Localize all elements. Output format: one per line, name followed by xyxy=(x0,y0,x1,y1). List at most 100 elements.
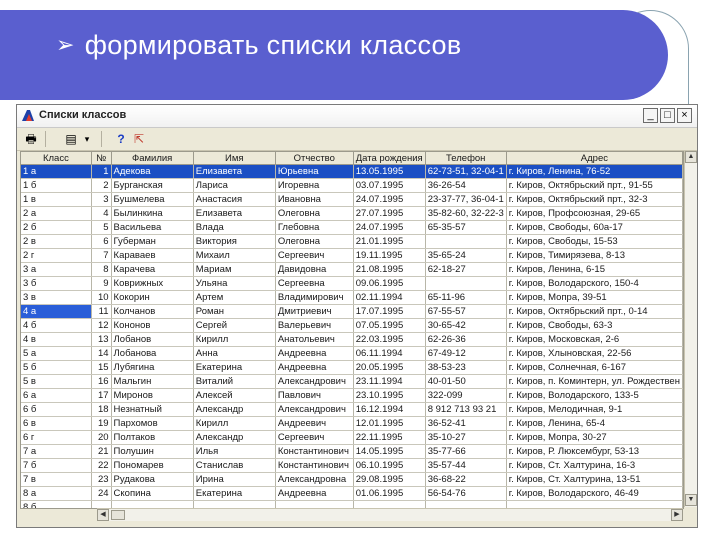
table-cell[interactable]: 22.11.1995 xyxy=(353,430,426,445)
table-cell[interactable]: 35-10-27 xyxy=(425,430,507,445)
table-cell[interactable]: 21 xyxy=(91,444,112,459)
table-cell[interactable]: г. Киров, Володарского, 133-5 xyxy=(506,388,683,403)
table-cell[interactable]: Кирилл xyxy=(193,332,276,347)
table-cell[interactable]: 02.11.1994 xyxy=(353,290,426,305)
table-cell[interactable]: Роман xyxy=(193,304,276,319)
table-cell[interactable]: 36-26-54 xyxy=(425,178,507,193)
table-cell[interactable]: 14.05.1995 xyxy=(353,444,426,459)
class-cell[interactable]: 8 а xyxy=(21,486,92,501)
table-cell[interactable]: Бушмелева xyxy=(111,192,194,207)
table-cell[interactable]: Андреевна xyxy=(275,360,354,375)
table-cell[interactable]: г. Киров, Мелодичная, 9-1 xyxy=(506,402,683,417)
table-cell[interactable]: Екатерина xyxy=(193,360,276,375)
table-cell[interactable]: г. Киров, Мопра, 39-51 xyxy=(506,290,683,305)
table-cell[interactable]: 62-26-36 xyxy=(425,332,507,347)
table-cell[interactable]: 29.08.1995 xyxy=(353,472,426,487)
table-cell[interactable]: 35-65-24 xyxy=(425,248,507,263)
table-cell[interactable]: 24.07.1995 xyxy=(353,192,426,207)
class-cell[interactable]: 1 а xyxy=(21,164,92,179)
table-cell[interactable]: Пономарев xyxy=(111,458,194,473)
table-cell[interactable]: 35-77-66 xyxy=(425,444,507,459)
table-cell[interactable]: Давидовна xyxy=(275,262,354,277)
scroll-up-icon[interactable]: ▲ xyxy=(685,151,697,163)
table-cell[interactable]: 322-099 xyxy=(425,388,507,403)
table-cell[interactable]: 14 xyxy=(91,346,112,361)
scroll-thumb[interactable] xyxy=(111,510,125,520)
table-cell[interactable]: 8 912 713 93 21 xyxy=(425,402,507,417)
table-cell[interactable]: Виктория xyxy=(193,234,276,249)
table-row[interactable]: 1 в 3 Бушмелева Анастасия Ивановна 24.07.1995… xyxy=(21,192,683,207)
table-cell[interactable]: 06.10.1995 xyxy=(353,458,426,473)
table-cell[interactable]: Артем xyxy=(193,290,276,305)
table-cell[interactable]: Былинкина xyxy=(111,206,194,221)
table-cell[interactable]: 19.11.1995 xyxy=(353,248,426,263)
table-cell[interactable]: Анатольевич xyxy=(275,332,354,347)
table-row[interactable]: 2 б 5 Васильева Влада Глебовна 24.07.1995 65-3… xyxy=(21,220,683,235)
table-cell[interactable]: 20.05.1995 xyxy=(353,360,426,375)
help-icon[interactable]: ? xyxy=(113,131,129,147)
table-cell[interactable]: 65-35-57 xyxy=(425,220,507,235)
table-cell[interactable]: Сергеевич xyxy=(275,248,354,263)
class-cell[interactable]: 2 а xyxy=(21,206,92,221)
scroll-right-icon[interactable]: ▶ xyxy=(671,509,683,521)
table-cell[interactable]: Михаил xyxy=(193,248,276,263)
class-cell[interactable]: 2 б xyxy=(21,220,92,235)
window-titlebar[interactable]: Списки классов _ □ × xyxy=(17,105,697,128)
table-cell[interactable]: Илья xyxy=(193,444,276,459)
table-cell[interactable]: 24.07.1995 xyxy=(353,220,426,235)
table-cell[interactable]: Ирина xyxy=(193,472,276,487)
class-cell[interactable]: 4 в xyxy=(21,332,92,347)
table-cell[interactable]: Виталий xyxy=(193,374,276,389)
table-cell[interactable]: Кокорин xyxy=(111,290,194,305)
column-header[interactable]: Адрес xyxy=(506,152,683,165)
table-cell[interactable]: г. Киров, Профсоюзная, 29-65 xyxy=(506,206,683,221)
table-cell[interactable]: Игоревна xyxy=(275,178,354,193)
table-cell[interactable]: 21.08.1995 xyxy=(353,262,426,277)
table-cell[interactable]: 03.07.1995 xyxy=(353,178,426,193)
table-cell[interactable]: 20 xyxy=(91,430,112,445)
table-cell[interactable]: Константинович xyxy=(275,458,354,473)
help-pointer-icon[interactable]: ⇱ xyxy=(131,131,147,147)
table-cell[interactable]: 67-55-57 xyxy=(425,304,507,319)
table-cell[interactable]: Лариса xyxy=(193,178,276,193)
table-cell[interactable]: Миронов xyxy=(111,388,194,403)
minimize-button[interactable]: _ xyxy=(643,108,658,123)
table-cell[interactable]: г. Киров, Р. Люксембург, 53-13 xyxy=(506,444,683,459)
table-cell[interactable]: Мариам xyxy=(193,262,276,277)
table-cell[interactable]: Валерьевич xyxy=(275,318,354,333)
table-cell[interactable]: 8 xyxy=(91,262,112,277)
table-cell[interactable]: Караваев xyxy=(111,248,194,263)
table-row[interactable]: 3 б 9 Коврижных Ульяна Сергеевна 09.06.1995 г.… xyxy=(21,276,683,291)
table-row[interactable]: 3 а 8 Карачева Мариам Давидовна 21.08.1995 62-… xyxy=(21,262,683,277)
table-cell[interactable]: Андреевна xyxy=(275,346,354,361)
table-cell[interactable]: Лобанов xyxy=(111,332,194,347)
table-cell[interactable]: 19 xyxy=(91,416,112,431)
table-cell[interactable]: 17.07.1995 xyxy=(353,304,426,319)
table-cell[interactable]: г. Киров, п. Коминтерн, ул. Рождествен xyxy=(506,374,683,389)
table-cell[interactable]: г. Киров, Тимирязева, 8-13 xyxy=(506,248,683,263)
table-cell[interactable]: 30-65-42 xyxy=(425,318,507,333)
table-cell[interactable]: Анна xyxy=(193,346,276,361)
table-cell[interactable]: 11 xyxy=(91,304,112,319)
table-cell[interactable]: Губерман xyxy=(111,234,194,249)
table-cell[interactable]: 27.07.1995 xyxy=(353,206,426,221)
table-cell[interactable]: Влада xyxy=(193,220,276,235)
table-row[interactable]: 1 б 2 Бурганская Лариса Игоревна 03.07.1995 36… xyxy=(21,178,683,193)
table-cell[interactable]: Кирилл xyxy=(193,416,276,431)
table-cell[interactable]: г. Киров, Ленина, 6-15 xyxy=(506,262,683,277)
table-cell[interactable]: Мальгин xyxy=(111,374,194,389)
table-row[interactable]: 2 в 6 Губерман Виктория Олеговна 21.01.1995 г.… xyxy=(21,234,683,249)
table-cell[interactable]: Андреевич xyxy=(275,416,354,431)
table-cell[interactable]: Алексей xyxy=(193,388,276,403)
column-header[interactable]: № xyxy=(91,152,112,165)
table-cell[interactable]: 17 xyxy=(91,388,112,403)
table-cell[interactable]: Александрович xyxy=(275,374,354,389)
table-cell[interactable] xyxy=(425,234,507,249)
table-cell[interactable]: 36-52-41 xyxy=(425,416,507,431)
table-cell[interactable]: Колчанов xyxy=(111,304,194,319)
table-cell[interactable]: 62-73-51, 32-04-1 xyxy=(425,164,507,179)
table-cell[interactable]: Олеговна xyxy=(275,234,354,249)
table-row[interactable]: 6 в 19 Пархомов Кирилл Андреевич 12.01.1995 36… xyxy=(21,416,683,431)
table-cell[interactable]: г. Киров, Ст. Халтурина, 13-51 xyxy=(506,472,683,487)
table-cell[interactable]: Глебовна xyxy=(275,220,354,235)
